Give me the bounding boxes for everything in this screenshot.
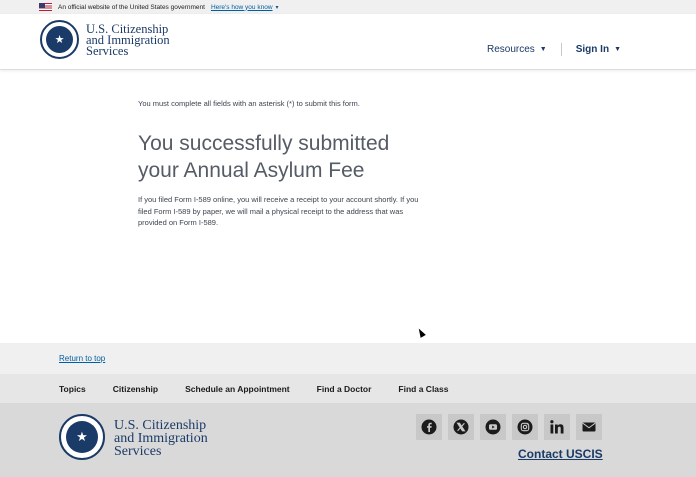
footer-link-find-class[interactable]: Find a Class	[398, 384, 448, 394]
return-to-top-link[interactable]: Return to top	[59, 354, 105, 363]
eagle-icon: ★	[46, 26, 73, 53]
uscis-logo-text[interactable]: U.S. Citizenship and Immigration Service…	[86, 23, 170, 58]
caret-down-icon: ▼	[539, 46, 547, 53]
resources-menu[interactable]: Resources ▼	[487, 44, 547, 55]
email-icon[interactable]	[576, 414, 602, 440]
contact-uscis-link[interactable]: Contact USCIS	[518, 447, 603, 461]
facebook-icon[interactable]	[416, 414, 442, 440]
x-icon[interactable]	[448, 414, 474, 440]
footer-uscis-logo-text[interactable]: U.S. Citizenship and Immigration Service…	[114, 419, 208, 459]
linkedin-icon[interactable]	[544, 414, 570, 440]
footer-logo-line-3: Services	[114, 444, 162, 459]
footer-link-find-doctor[interactable]: Find a Doctor	[317, 384, 372, 394]
site-header: ★ U.S. Citizenship and Immigration Servi…	[0, 14, 696, 70]
dhs-seal-logo[interactable]: ★	[40, 20, 79, 59]
footer-nav: Topics Citizenship Schedule an Appointme…	[0, 374, 696, 403]
header-nav: Resources ▼ Sign In ▼	[487, 43, 621, 56]
sign-in-label: Sign In	[575, 44, 610, 55]
title-line-2: your Annual Asylum Fee	[138, 159, 365, 182]
social-links	[416, 414, 608, 440]
main-content: You must complete all fields with an ast…	[0, 70, 696, 343]
page-title: You successfully submitted your Annual A…	[138, 130, 438, 184]
dhs-seal-footer-logo[interactable]: ★	[59, 414, 105, 460]
eagle-icon: ★	[66, 421, 98, 453]
return-to-top-bar: Return to top	[0, 343, 696, 374]
footer-bottom: ★ U.S. Citizenship and Immigration Servi…	[0, 403, 696, 477]
footer-link-topics[interactable]: Topics	[59, 384, 86, 394]
instagram-icon[interactable]	[512, 414, 538, 440]
gov-banner-text: An official website of the United States…	[58, 3, 205, 11]
us-flag-icon	[39, 3, 52, 11]
required-fields-note: You must complete all fields with an ast…	[138, 99, 360, 108]
mouse-cursor-icon	[416, 327, 426, 338]
logo-line-3: Services	[86, 44, 129, 58]
receipt-info-text: If you filed Form I-589 online, you will…	[138, 195, 419, 227]
title-line-1: You successfully submitted	[138, 132, 390, 155]
footer-link-citizenship[interactable]: Citizenship	[113, 384, 158, 394]
resources-label: Resources	[486, 44, 535, 55]
nav-divider	[560, 43, 562, 56]
youtube-icon[interactable]	[480, 414, 506, 440]
gov-banner: An official website of the United States…	[0, 0, 696, 14]
heres-how-you-know-link[interactable]: Here's how you know	[211, 4, 273, 11]
sign-in-menu[interactable]: Sign In ▼	[576, 44, 621, 55]
chevron-down-icon[interactable]: ▾	[276, 4, 279, 11]
footer-link-schedule-appointment[interactable]: Schedule an Appointment	[185, 384, 290, 394]
caret-down-icon: ▼	[614, 46, 621, 53]
